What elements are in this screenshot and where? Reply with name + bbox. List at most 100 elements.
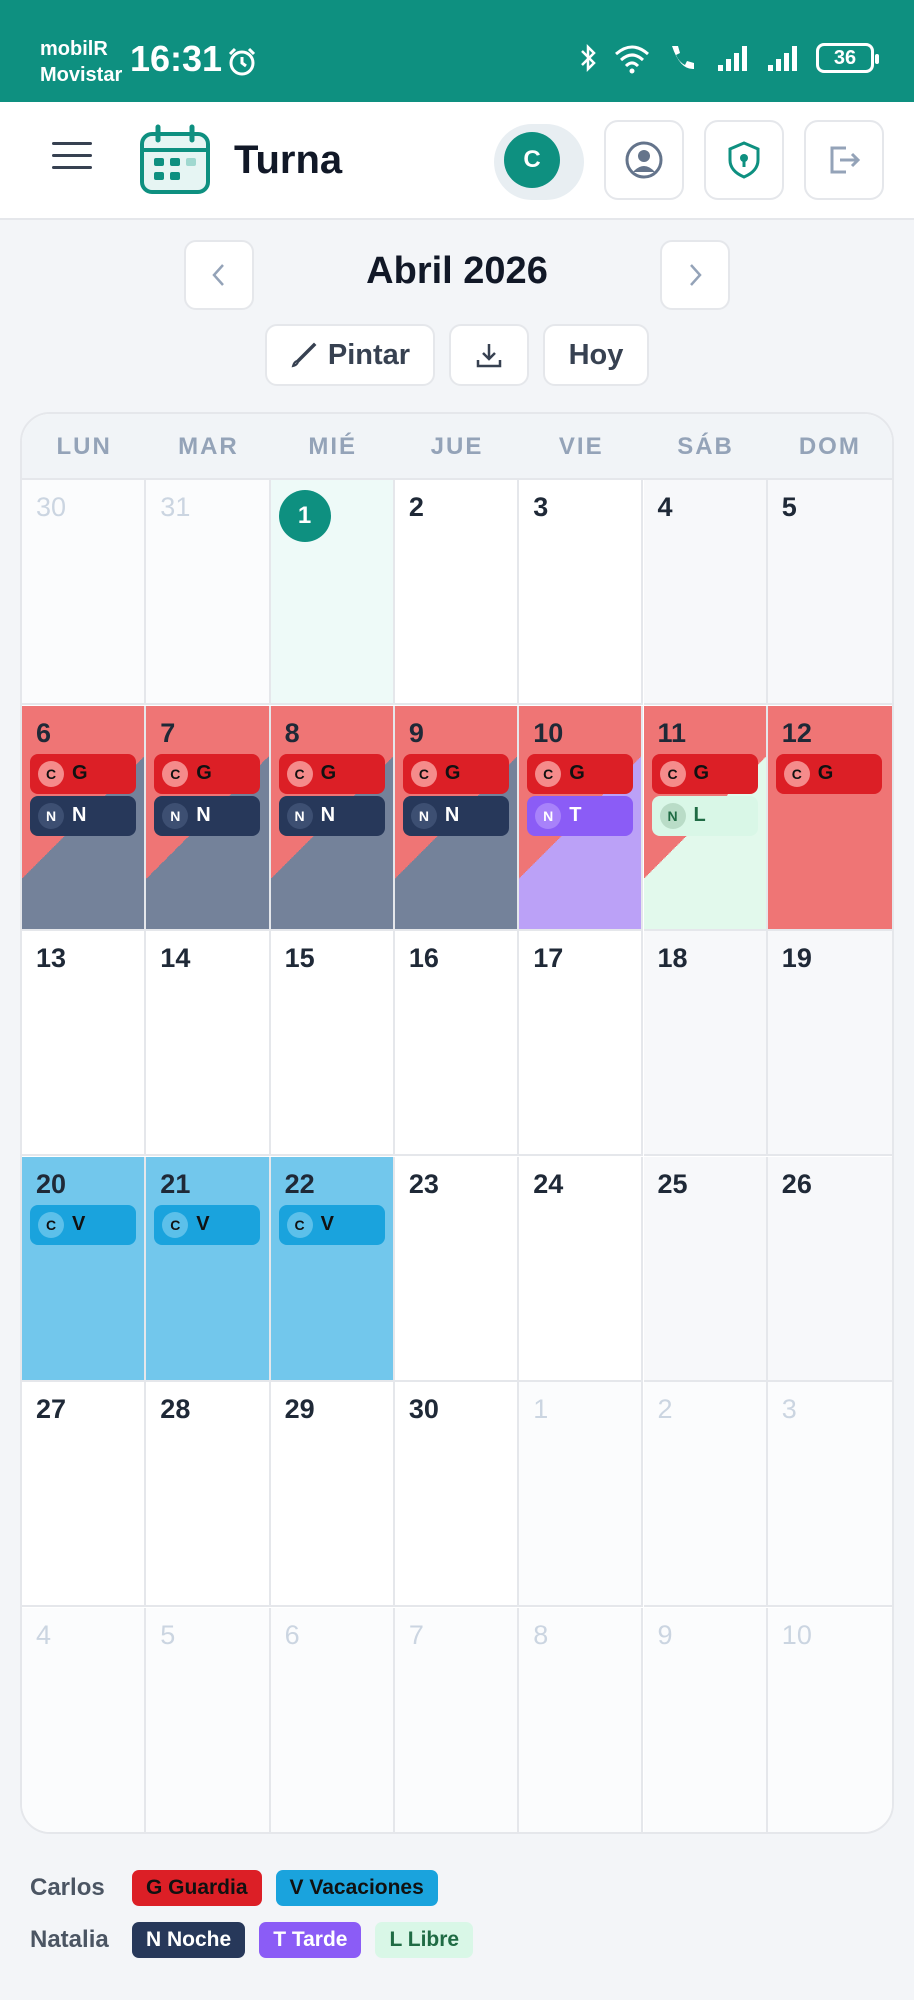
day-cell[interactable]: 3: [519, 480, 644, 705]
paint-button[interactable]: Pintar: [265, 324, 435, 386]
day-cell[interactable]: 4: [643, 480, 768, 705]
day-cell[interactable]: 22 C V: [270, 1156, 395, 1382]
next-month-button[interactable]: [660, 240, 730, 310]
shift-pill-noche[interactable]: NN: [278, 795, 385, 836]
shift-pill-vacaciones[interactable]: CV: [278, 1204, 385, 1245]
shift-code: G: [569, 762, 585, 784]
day-number: 16: [408, 943, 439, 973]
person-initial: C: [410, 760, 437, 787]
day-cell[interactable]: 1: [270, 480, 395, 705]
today-button[interactable]: Hoy: [543, 324, 649, 386]
day-cell[interactable]: 9: [643, 1607, 768, 1832]
day-cell[interactable]: 25: [643, 1156, 768, 1382]
person-initial: C: [659, 760, 686, 787]
download-button[interactable]: [449, 324, 529, 386]
day-number: 8: [533, 1619, 549, 1650]
chevron-right-icon: [690, 264, 702, 286]
status-icons: 36: [578, 42, 879, 74]
person-initial: N: [38, 802, 64, 829]
prev-month-button[interactable]: [184, 240, 254, 310]
day-cell[interactable]: 24: [519, 1156, 644, 1382]
day-cell[interactable]: 10 C G N T: [519, 705, 644, 931]
day-cell[interactable]: 31: [146, 480, 271, 705]
day-cell[interactable]: 8 CGNN: [270, 705, 395, 931]
day-number: 3: [533, 492, 549, 522]
legend-chip-libre[interactable]: L Libre: [375, 1922, 474, 1958]
day-cell[interactable]: 4: [22, 1607, 147, 1832]
shift-pill-guardia[interactable]: CG: [154, 753, 261, 794]
legend-chip-tarde[interactable]: T Tarde: [259, 1922, 362, 1958]
wifi-icon: [615, 45, 649, 74]
day-cell[interactable]: 5: [767, 480, 892, 705]
day-number: 29: [284, 1394, 315, 1424]
day-cell[interactable]: 20 C V: [22, 1156, 147, 1382]
shift-pill-guardia[interactable]: CG: [651, 753, 758, 794]
day-cell[interactable]: 8: [519, 1607, 644, 1832]
shift-pill-libre[interactable]: NL: [651, 795, 758, 836]
avatar[interactable]: C: [504, 132, 560, 188]
day-cell[interactable]: 1: [519, 1382, 644, 1607]
carrier-line1: mobilR: [40, 38, 108, 60]
person-initial: N: [410, 802, 437, 829]
day-cell[interactable]: 29: [270, 1382, 395, 1607]
shift-pill-guardia[interactable]: CG: [278, 753, 385, 794]
day-cell[interactable]: 2: [643, 1382, 768, 1607]
day-cell[interactable]: 6CGNN: [22, 705, 147, 931]
day-cell[interactable]: 17: [519, 931, 644, 1156]
day-cell[interactable]: 19: [767, 931, 892, 1156]
day-cell[interactable]: 30: [22, 480, 147, 705]
day-cell[interactable]: 16: [394, 931, 520, 1156]
day-cell[interactable]: 7CGNN: [146, 705, 271, 931]
day-cell[interactable]: 9CGNN: [394, 705, 520, 931]
day-cell[interactable]: 12 C G: [767, 705, 892, 931]
shift-pill-guardia[interactable]: CG: [402, 753, 509, 794]
day-number: 4: [36, 1619, 52, 1650]
day-cell[interactable]: 3: [767, 1382, 892, 1607]
day-cell[interactable]: 26: [767, 1156, 892, 1382]
menu-button[interactable]: [52, 142, 92, 178]
shift-pill-guardia[interactable]: CG: [775, 753, 882, 794]
day-cell[interactable]: 23: [394, 1156, 520, 1382]
day-cell[interactable]: 28: [146, 1382, 271, 1607]
shift-pill-vacaciones[interactable]: CV: [30, 1204, 136, 1245]
day-number: 10: [781, 1619, 812, 1650]
logout-icon: [830, 146, 861, 174]
legend-person-name: Natalia: [30, 1926, 109, 1953]
logout-button[interactable]: [804, 120, 884, 200]
day-cell[interactable]: 13: [22, 931, 147, 1156]
day-cell[interactable]: 11 C G N L: [643, 705, 768, 931]
day-cell[interactable]: 10: [767, 1607, 892, 1832]
day-cell[interactable]: 2: [394, 480, 520, 705]
day-number: 5: [781, 492, 797, 522]
shift-pill-guardia[interactable]: CG: [527, 753, 634, 794]
profile-button[interactable]: [604, 120, 684, 200]
day-number: 9: [657, 1619, 673, 1650]
day-cell[interactable]: 30: [394, 1382, 520, 1607]
shift-pill-tarde[interactable]: NT: [527, 795, 634, 836]
day-number: 12: [781, 717, 812, 748]
day-cell[interactable]: 21 C V: [146, 1156, 271, 1382]
shift-pill-guardia[interactable]: CG: [30, 753, 136, 794]
legend-row: Carlos G Guardia V Vacaciones: [30, 1870, 438, 1906]
day-number: 8: [284, 717, 300, 748]
legend-chip-guardia[interactable]: G Guardia: [132, 1870, 262, 1906]
legend-chip-vacaciones[interactable]: V Vacaciones: [275, 1870, 438, 1906]
day-cell[interactable]: 27: [22, 1382, 147, 1607]
shift-pill-vacaciones[interactable]: CV: [154, 1204, 261, 1245]
day-cell[interactable]: 18: [643, 931, 768, 1156]
day-cell[interactable]: 7: [394, 1607, 520, 1832]
shift-pill-noche[interactable]: NN: [402, 795, 509, 836]
shift-pill-noche[interactable]: NN: [154, 795, 261, 836]
shift-pill-noche[interactable]: NN: [30, 795, 136, 836]
shift-code: N: [196, 804, 211, 826]
legend-chip-noche[interactable]: N Noche: [132, 1922, 246, 1958]
shift-code: G: [817, 762, 834, 784]
day-cell[interactable]: 5: [146, 1607, 271, 1832]
day-cell[interactable]: 6: [270, 1607, 395, 1832]
month-title: Abril 2026: [366, 250, 548, 292]
person-initial: C: [783, 760, 810, 787]
day-number: 30: [36, 492, 67, 522]
day-cell[interactable]: 14: [146, 931, 271, 1156]
day-cell[interactable]: 15: [270, 931, 395, 1156]
security-button[interactable]: [704, 120, 784, 200]
